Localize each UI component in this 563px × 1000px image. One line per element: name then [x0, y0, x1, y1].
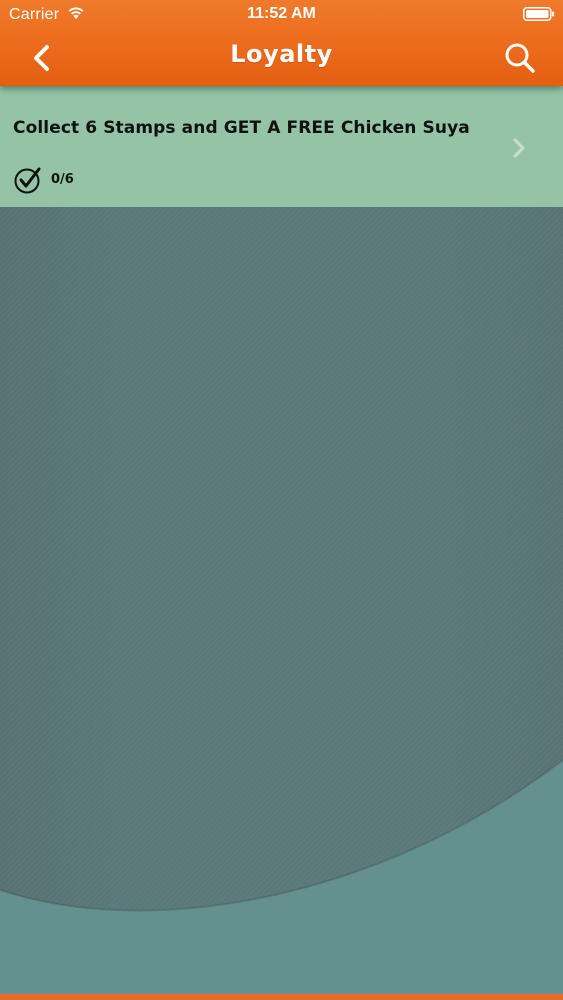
battery-icon: [523, 7, 555, 21]
header: Carrier 11:52 AM Loyalty: [0, 0, 563, 86]
loyalty-card-row[interactable]: Collect 6 Stamps and GET A FREE Chicken …: [0, 86, 563, 207]
nav-bar: Loyalty: [0, 30, 563, 86]
app-screen: Carrier 11:52 AM Loyalty Collect 6 Stamp…: [0, 0, 563, 1000]
search-icon: [505, 43, 535, 73]
search-button[interactable]: [500, 38, 540, 78]
stamp-progress-count: 0/6: [51, 172, 74, 187]
bottom-bar: [0, 994, 563, 1000]
status-time: 11:52 AM: [247, 5, 316, 22]
loyalty-card-title: Collect 6 Stamps and GET A FREE Chicken …: [13, 118, 470, 138]
status-bar: Carrier 11:52 AM: [0, 0, 563, 30]
stamp-check-icon: [14, 167, 41, 194]
page-title: Loyalty: [230, 40, 333, 68]
background-curve: [0, 759, 563, 1000]
chevron-right-icon: [513, 138, 525, 158]
